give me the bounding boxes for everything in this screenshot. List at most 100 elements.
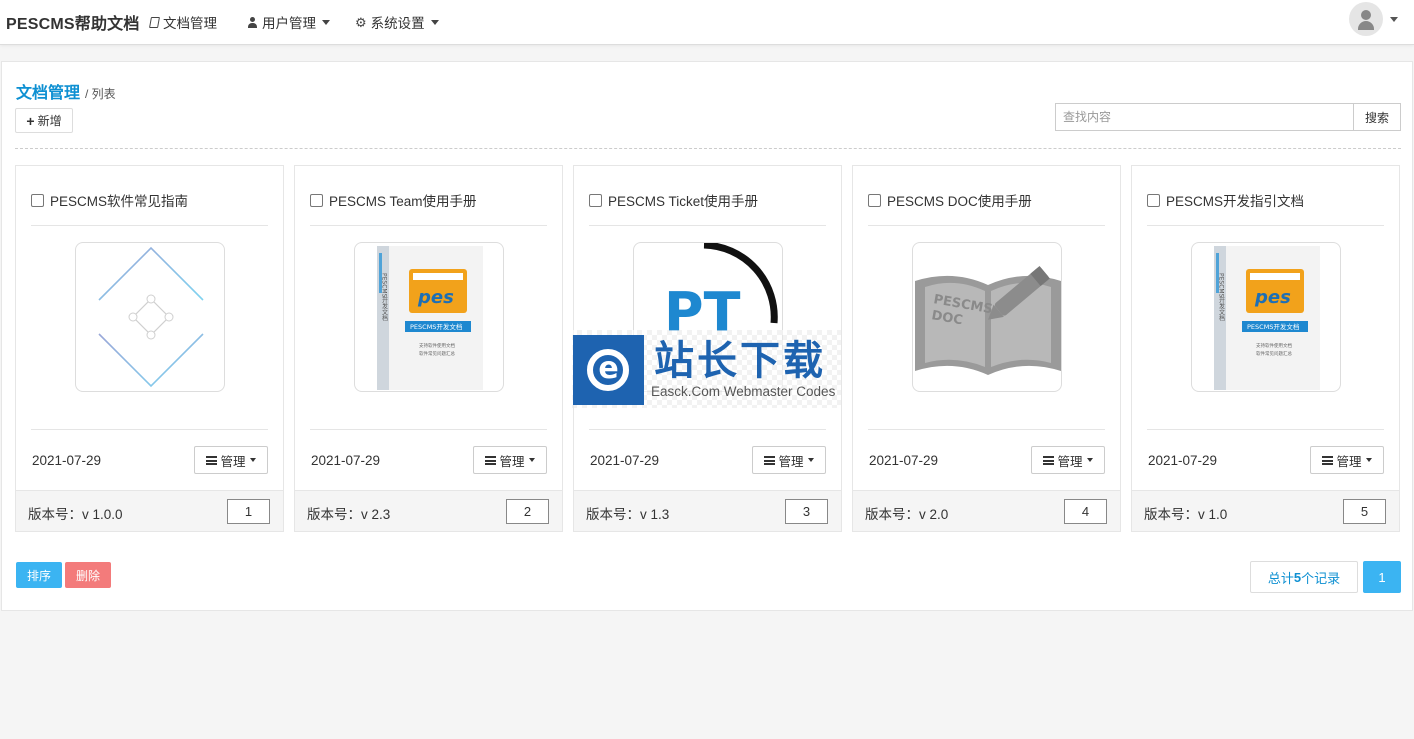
nav-item-docs[interactable]: 文档管理 <box>149 12 217 32</box>
card-title: PESCMS DOC使用手册 <box>868 190 1032 210</box>
book-subtitle-2: 软件常见问题汇总 <box>1256 350 1292 357</box>
menu-icon <box>206 455 218 465</box>
card-title-text[interactable]: PESCMS软件常见指南 <box>50 190 188 210</box>
doc-thumbnail[interactable]: PESCMS开发文档 pes PESCMS开发文档 支持软件使用文档 软件常见问… <box>1191 242 1341 392</box>
select-checkbox[interactable] <box>589 193 602 207</box>
total-count: 5 <box>1293 569 1302 585</box>
card-title-text[interactable]: PESCMS开发指引文档 <box>1166 190 1304 210</box>
search-button[interactable]: 搜索 <box>1353 103 1401 131</box>
avatar[interactable] <box>1349 2 1383 36</box>
card-footer: 版本号：v 1.3 <box>574 490 841 531</box>
pes-book-cover-icon: PESCMS开发文档 pes PESCMS开发文档 支持软件使用文档 软件常见问… <box>377 246 483 390</box>
version-label: 版本号：v 1.0.0 <box>28 507 123 522</box>
sort-order-input[interactable] <box>227 499 270 524</box>
dashed-divider <box>15 148 1401 149</box>
page-title[interactable]: 文档管理 <box>16 79 80 103</box>
card-date: 2021-07-29 <box>590 453 660 468</box>
pes-logo-text: pes <box>1254 287 1291 308</box>
pagination-current-page[interactable]: 1 <box>1363 561 1401 593</box>
book-spine-text: PESCMS开发文档 <box>1218 273 1225 323</box>
pes-logo-text: pes <box>417 287 454 308</box>
add-button[interactable]: + 新增 <box>15 108 73 133</box>
book-subtitle-1: 支持软件使用文档 <box>419 342 455 349</box>
doc-thumbnail[interactable]: PESCMS开发文档 pes PESCMS开发文档 支持软件使用文档 软件常见问… <box>354 242 504 392</box>
book-band-text: PESCMS开发文档 <box>1247 322 1299 331</box>
delete-button[interactable]: 删除 <box>65 562 111 588</box>
watermark-logo-icon: e <box>573 335 644 405</box>
manage-label: 管理 <box>499 454 525 469</box>
manage-dropdown-button[interactable]: 管理 <box>1031 446 1105 474</box>
version-label: 版本号：v 2.0 <box>865 507 949 522</box>
nav-item-users[interactable]: 用户管理 <box>247 12 330 32</box>
manage-dropdown-button[interactable]: 管理 <box>194 446 268 474</box>
total-suffix: 个记录 <box>1301 570 1341 586</box>
manage-dropdown-button[interactable]: 管理 <box>752 446 826 474</box>
search-input[interactable] <box>1055 103 1353 131</box>
select-checkbox[interactable] <box>1147 193 1160 207</box>
nav-item-label: 文档管理 <box>163 16 217 31</box>
select-checkbox[interactable] <box>31 193 44 207</box>
doc-card: PESCMS开发指引文档 PESCMS开发文档 pes PESCMS开发文档 支… <box>1131 165 1400 532</box>
sort-button[interactable]: 排序 <box>16 562 62 588</box>
card-title-text[interactable]: PESCMS Team使用手册 <box>329 190 477 210</box>
top-navbar: PESCMS帮助文档 文档管理 用户管理 ⚙ 系统设置 <box>0 0 1414 45</box>
sort-order-input[interactable] <box>506 499 549 524</box>
doc-card: PESCMS Team使用手册 PESCMS开发文档 pes PESCMS开发文… <box>294 165 563 532</box>
add-button-label: 新增 <box>37 114 62 128</box>
card-divider <box>31 225 268 226</box>
menu-icon <box>485 455 497 465</box>
watermark-en-text: Easck.Com Webmaster Codes <box>651 384 836 399</box>
manage-label: 管理 <box>1336 454 1362 469</box>
sort-order-input[interactable] <box>785 499 828 524</box>
total-records: 总计 5 个记录 <box>1250 561 1358 593</box>
card-divider <box>310 429 547 430</box>
caret-down-icon <box>249 458 256 462</box>
card-title: PESCMS开发指引文档 <box>1147 190 1304 210</box>
nav-item-settings[interactable]: ⚙ 系统设置 <box>355 12 439 32</box>
card-divider <box>589 225 826 226</box>
card-title: PESCMS Ticket使用手册 <box>589 190 758 210</box>
caret-down-icon <box>322 19 330 25</box>
diamond-logo-icon <box>98 246 204 388</box>
doc-thumbnail[interactable] <box>75 242 225 392</box>
manage-label: 管理 <box>1057 454 1083 469</box>
manage-dropdown-button[interactable]: 管理 <box>473 446 547 474</box>
user-icon <box>247 16 258 28</box>
card-title: PESCMS软件常见指南 <box>31 190 188 210</box>
pes-book-cover-icon: PESCMS开发文档 pes PESCMS开发文档 支持软件使用文档 软件常见问… <box>1214 246 1320 390</box>
doc-thumbnail[interactable]: PESCMS DOC <box>912 242 1062 392</box>
total-prefix: 总计 <box>1267 570 1294 586</box>
search-bar: 搜索 <box>1055 103 1401 131</box>
watermark-e-glyph: e <box>598 351 619 386</box>
caret-down-icon <box>1365 458 1372 462</box>
doc-book-pencil-icon: PESCMS DOC <box>915 266 1061 375</box>
select-checkbox[interactable] <box>868 193 881 207</box>
gear-icon: ⚙ <box>355 14 367 30</box>
card-title-text[interactable]: PESCMS Ticket使用手册 <box>608 190 758 210</box>
book-subtitle-2: 软件常见问题汇总 <box>419 350 455 357</box>
card-divider <box>589 429 826 430</box>
version-label: 版本号：v 1.0 <box>1144 507 1228 522</box>
manage-label: 管理 <box>220 454 246 469</box>
card-divider <box>1147 429 1384 430</box>
card-date: 2021-07-29 <box>311 453 381 468</box>
card-footer: 版本号：v 2.3 <box>295 490 562 531</box>
caret-down-icon[interactable] <box>1390 17 1398 22</box>
select-checkbox[interactable] <box>310 193 323 207</box>
menu-icon <box>1322 455 1334 465</box>
brand-title[interactable]: PESCMS帮助文档 <box>6 10 140 34</box>
book-subtitle-1: 支持软件使用文档 <box>1256 342 1292 349</box>
breadcrumb-sub: / 列表 <box>85 87 116 101</box>
card-date: 2021-07-29 <box>32 453 102 468</box>
nav-item-label: 系统设置 <box>370 16 425 31</box>
menu-icon <box>1043 455 1055 465</box>
card-date: 2021-07-29 <box>869 453 939 468</box>
doc-card: PESCMS DOC使用手册 PESCMS DOC 2021-07-29 管理 <box>852 165 1121 532</box>
card-footer: 版本号：v 1.0.0 <box>16 490 283 531</box>
sort-order-input[interactable] <box>1343 499 1386 524</box>
caret-down-icon <box>430 19 439 25</box>
sort-order-input[interactable] <box>1064 499 1107 524</box>
card-title-text[interactable]: PESCMS DOC使用手册 <box>887 190 1032 210</box>
manage-dropdown-button[interactable]: 管理 <box>1310 446 1384 474</box>
book-spine-text: PESCMS开发文档 <box>381 273 388 323</box>
